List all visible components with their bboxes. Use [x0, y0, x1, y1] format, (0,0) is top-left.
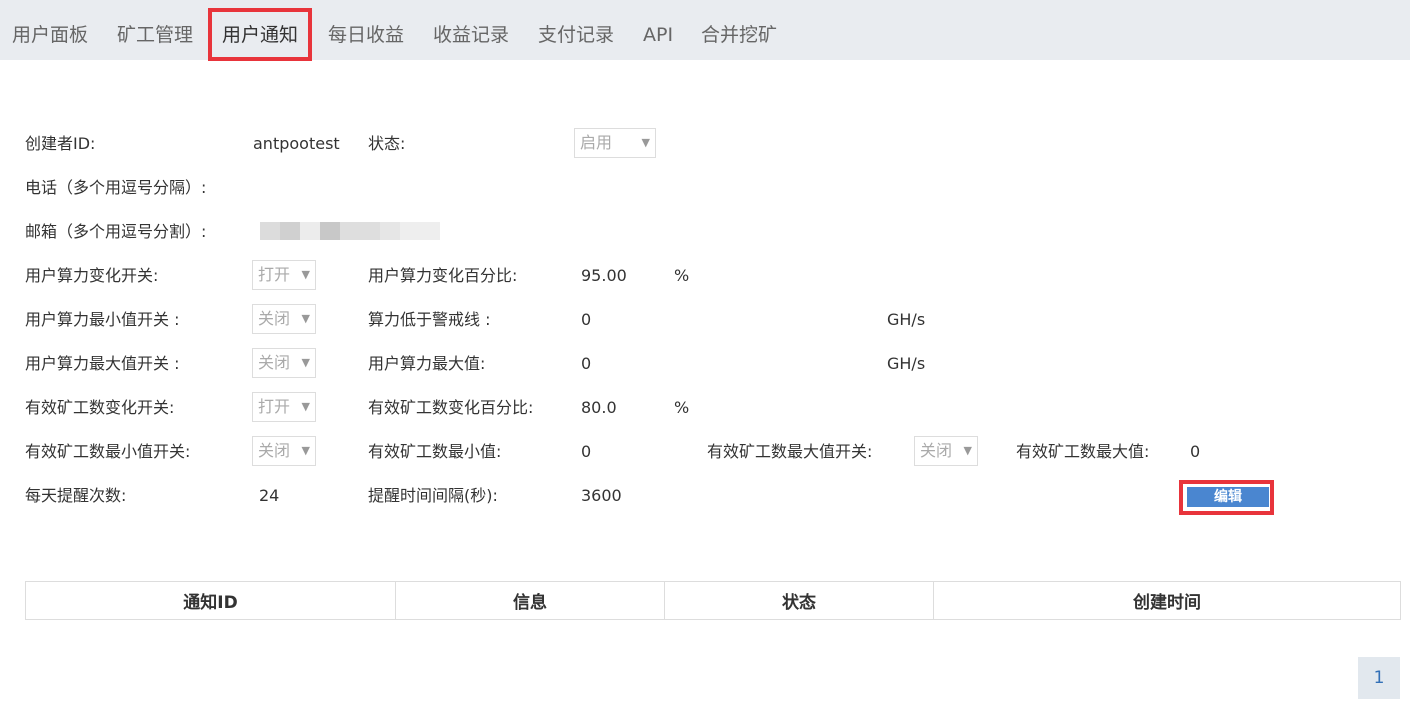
creator-id-value: antpootest [253, 134, 340, 153]
edit-button[interactable]: 编辑 [1187, 487, 1269, 507]
worker-max-switch-label: 有效矿工数最大值开关: [707, 442, 873, 461]
reminder-interval-label: 提醒时间间隔(秒): [368, 486, 498, 505]
worker-change-pct-value: 80.0 [581, 398, 617, 417]
worker-change-pct-unit: % [674, 398, 690, 417]
daily-reminders-label: 每天提醒次数: [25, 486, 127, 505]
column-header-message: 信息 [395, 581, 665, 620]
hashrate-change-switch-select[interactable]: 打开 ▼ [252, 260, 316, 290]
worker-min-label: 有效矿工数最小值: [368, 442, 502, 461]
hashrate-max-value: 0 [581, 354, 592, 373]
worker-min-switch-label: 有效矿工数最小值开关: [25, 442, 191, 461]
creator-id-label: 创建者ID: [25, 134, 96, 153]
notifications-table: 通知ID 信息 状态 创建时间 [25, 581, 1401, 620]
tab-earnings-records[interactable]: 收益记录 [433, 0, 509, 60]
tab-daily-earnings[interactable]: 每日收益 [328, 0, 404, 60]
tab-api[interactable]: API [643, 0, 673, 60]
daily-reminders-value: 24 [259, 486, 280, 505]
hashrate-max-switch-select[interactable]: 关闭 ▼ [252, 348, 316, 378]
hashrate-alert-line-label: 算力低于警戒线 : [368, 310, 491, 329]
phone-label: 电话（多个用逗号分隔）: [25, 178, 207, 197]
tab-payment-records[interactable]: 支付记录 [538, 0, 614, 60]
worker-change-pct-label: 有效矿工数变化百分比: [368, 398, 534, 417]
tab-merged-mining[interactable]: 合并挖矿 [701, 0, 777, 60]
hashrate-change-pct-value: 95.00 [581, 266, 627, 285]
worker-min-switch-value: 关闭 [258, 441, 291, 460]
column-header-created-time: 创建时间 [933, 581, 1401, 620]
pagination-page-button[interactable]: 1 [1358, 657, 1400, 699]
hashrate-alert-line-value: 0 [581, 310, 592, 329]
chevron-down-icon: ▼ [301, 400, 310, 413]
chevron-down-icon: ▼ [301, 268, 310, 281]
column-header-status: 状态 [664, 581, 934, 620]
status-select-value: 启用 [580, 133, 613, 152]
hashrate-min-switch-label: 用户算力最小值开关 : [25, 310, 180, 329]
hashrate-change-pct-unit: % [674, 266, 690, 285]
worker-max-value: 0 [1190, 442, 1201, 461]
hashrate-min-switch-value: 关闭 [258, 309, 291, 328]
worker-change-switch-value: 打开 [258, 397, 291, 416]
hashrate-min-switch-select[interactable]: 关闭 ▼ [252, 304, 316, 334]
worker-max-switch-value: 关闭 [920, 441, 953, 460]
hashrate-max-label: 用户算力最大值: [368, 354, 486, 373]
hashrate-change-pct-label: 用户算力变化百分比: [368, 266, 518, 285]
worker-min-switch-select[interactable]: 关闭 ▼ [252, 436, 316, 466]
hashrate-max-switch-label: 用户算力最大值开关 : [25, 354, 180, 373]
chevron-down-icon: ▼ [641, 136, 650, 149]
worker-change-switch-label: 有效矿工数变化开关: [25, 398, 175, 417]
top-nav: 用户面板 矿工管理 用户通知 每日收益 收益记录 支付记录 API 合并挖矿 [0, 0, 1410, 60]
chevron-down-icon: ▼ [301, 312, 310, 325]
hashrate-max-switch-value: 关闭 [258, 353, 291, 372]
table-header-row: 通知ID 信息 状态 创建时间 [25, 581, 1401, 620]
worker-max-switch-select[interactable]: 关闭 ▼ [914, 436, 978, 466]
tab-miner-management[interactable]: 矿工管理 [117, 0, 193, 60]
hashrate-change-switch-value: 打开 [258, 265, 291, 284]
chevron-down-icon: ▼ [301, 444, 310, 457]
hashrate-max-unit: GH/s [887, 354, 926, 373]
status-select[interactable]: 启用 ▼ [574, 128, 656, 158]
status-label: 状态: [368, 134, 406, 153]
worker-max-label: 有效矿工数最大值: [1016, 442, 1150, 461]
column-header-notification-id: 通知ID [25, 581, 396, 620]
chevron-down-icon: ▼ [301, 356, 310, 369]
worker-change-switch-select[interactable]: 打开 ▼ [252, 392, 316, 422]
reminder-interval-value: 3600 [581, 486, 622, 505]
email-label: 邮箱（多个用逗号分割）: [25, 222, 207, 241]
hashrate-alert-line-unit: GH/s [887, 310, 926, 329]
hashrate-change-switch-label: 用户算力变化开关: [25, 266, 159, 285]
tab-user-notification[interactable]: 用户通知 [222, 0, 298, 60]
worker-min-value: 0 [581, 442, 592, 461]
chevron-down-icon: ▼ [963, 444, 972, 457]
tab-user-panel[interactable]: 用户面板 [12, 0, 88, 60]
